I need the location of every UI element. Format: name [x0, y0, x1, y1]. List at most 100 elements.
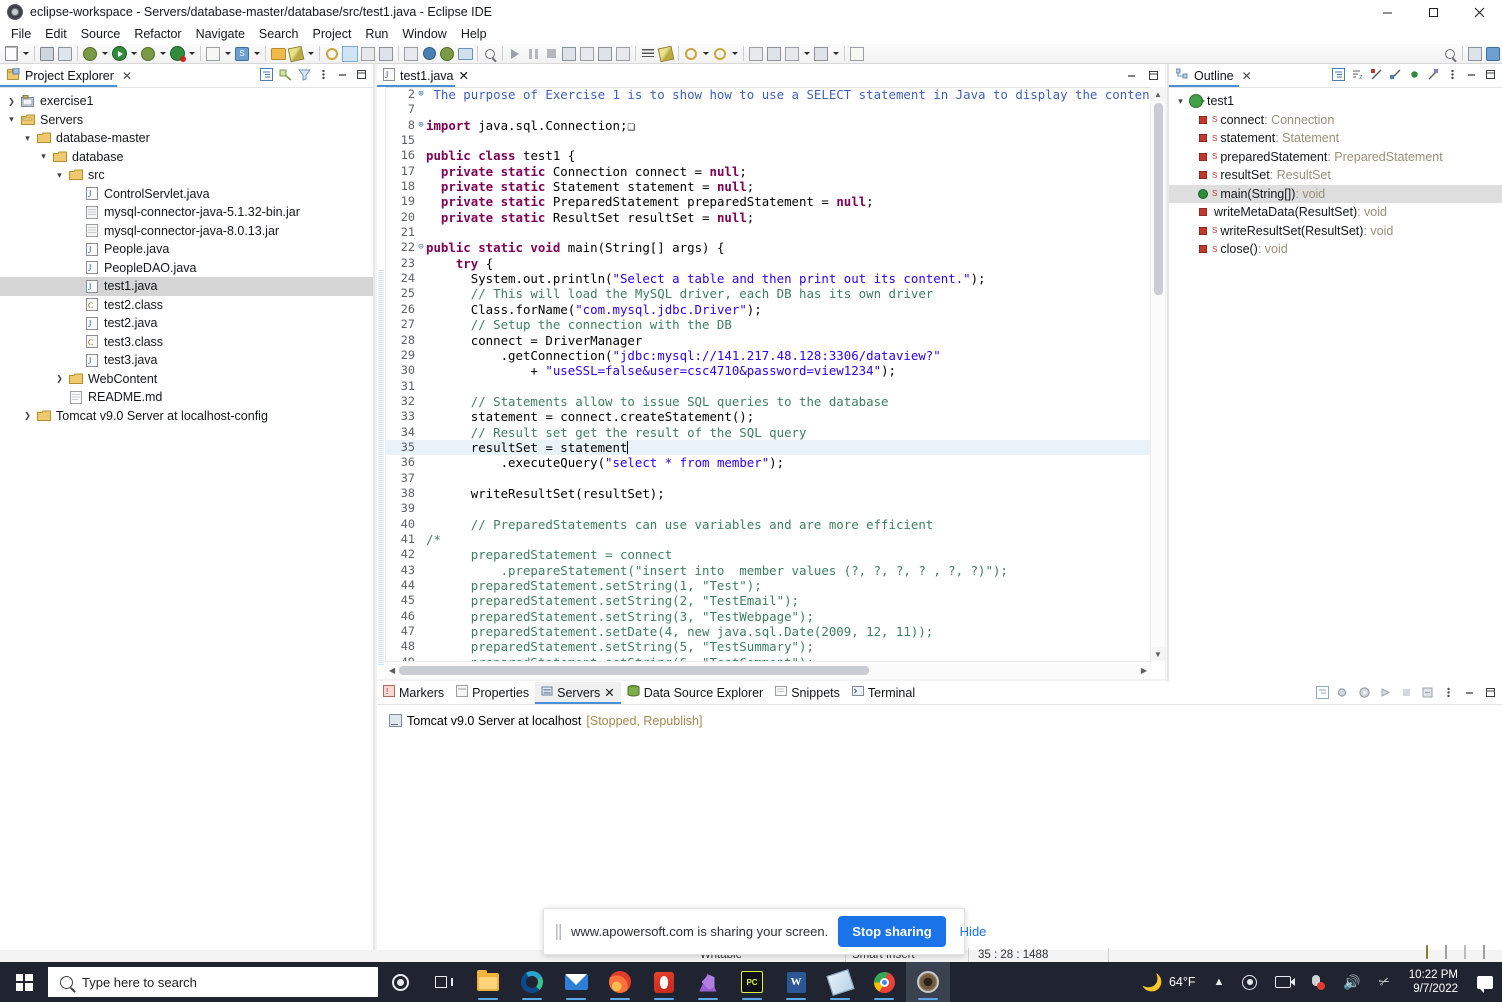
servers-view-menu-icon[interactable] [1440, 684, 1456, 701]
outline-tree[interactable]: test1Sconnect : ConnectionSstatement : S… [1169, 88, 1502, 259]
code-line[interactable]: 15 [385, 133, 1151, 148]
code-line[interactable]: 47 preparedStatement.setDate(4, new java… [385, 624, 1151, 639]
cortana-button[interactable] [378, 962, 422, 1002]
code-line[interactable]: 44 preparedStatement.setString(1, "Test"… [385, 578, 1151, 593]
tree-item-people-java[interactable]: J People.java [0, 240, 373, 259]
hide-fields-icon[interactable] [1368, 66, 1384, 83]
collapse-all-outline-icon[interactable] [1330, 66, 1346, 83]
taskbar-app-pycharm[interactable]: PC [730, 962, 774, 1002]
open-type-button[interactable] [269, 45, 287, 63]
suspend-button[interactable] [524, 45, 542, 63]
run-last-dropdown-arrow[interactable] [186, 45, 197, 63]
tree-twisty-open-icon[interactable] [52, 166, 67, 184]
bottom-tab-snippets[interactable]: Snippets [769, 682, 846, 704]
tree-item-test2-java[interactable]: Jtest2.java [0, 314, 373, 333]
link-with-editor-icon[interactable] [277, 66, 293, 83]
minimize-view-icon[interactable] [334, 66, 350, 83]
code-line[interactable]: 35 resultSet = statement [385, 439, 1151, 456]
sort-icon[interactable]: z [1349, 66, 1365, 83]
heap-indicator[interactable] [1464, 945, 1477, 959]
taskbar-app-visual-studio[interactable] [686, 962, 730, 1002]
step-over-button[interactable] [578, 45, 596, 63]
recorder-tray-button[interactable] [1233, 962, 1266, 1002]
bottom-tab-markers[interactable]: ! Markers [377, 682, 450, 704]
outline-item-resultset[interactable]: SresultSet : ResultSet [1169, 166, 1502, 185]
tree-twisty-closed-icon[interactable] [4, 92, 19, 110]
stop-sharing-button[interactable]: Stop sharing [838, 916, 946, 947]
run-button[interactable] [110, 45, 128, 63]
microphone-tray-button[interactable] [1300, 962, 1334, 1002]
trash-icon[interactable] [1483, 945, 1496, 959]
code-line[interactable]: 25 // This will load the MySQL driver, e… [385, 286, 1151, 301]
format-button[interactable] [639, 45, 657, 63]
start-button[interactable] [0, 962, 48, 1002]
next-annotation-arrow[interactable] [700, 45, 711, 63]
outline-item-preparedstatement[interactable]: SpreparedStatement : PreparedStatement [1169, 148, 1502, 167]
outline-twisty-open-icon[interactable] [1173, 92, 1188, 110]
outline-item-statement[interactable]: Sstatement : Statement [1169, 129, 1502, 148]
tree-item-controlservlet-java[interactable]: J ControlServlet.java [0, 185, 373, 204]
menu-edit[interactable]: Edit [38, 25, 74, 43]
next-annotation-button[interactable] [682, 45, 700, 63]
tree-twisty-open-icon[interactable] [36, 148, 51, 166]
tree-item-database[interactable]: database [0, 148, 373, 167]
tree-item-peopledao-java[interactable]: J PeopleDAO.java [0, 259, 373, 278]
tree-twisty-closed-icon[interactable] [20, 407, 35, 425]
previous-edit-arrow[interactable] [801, 45, 812, 63]
code-line[interactable]: 32 // Statements allow to issue SQL quer… [385, 394, 1151, 409]
tree-item-test2-class[interactable]: Ctest2.class [0, 296, 373, 315]
tree-item-src[interactable]: src [0, 166, 373, 185]
code-line[interactable]: 36 .executeQuery("select * from member")… [385, 455, 1151, 470]
action-center-button[interactable] [1468, 962, 1502, 1002]
hide-local-types-icon[interactable] [1425, 66, 1441, 83]
search-references-arrow[interactable] [305, 45, 316, 63]
minimize-bottom-panel-icon[interactable] [1461, 684, 1477, 701]
tree-twisty-closed-icon[interactable] [52, 370, 67, 388]
forward-button[interactable] [765, 45, 783, 63]
menu-source[interactable]: Source [74, 25, 128, 43]
toggle-mark-occurrences-button[interactable] [341, 45, 359, 63]
outline-item-writemetadata-resultset-[interactable]: writeMetaData(ResultSet) : void [1169, 203, 1502, 222]
external-tools-button[interactable] [420, 45, 438, 63]
code-line[interactable]: 48 preparedStatement.setString(5, "TestS… [385, 639, 1151, 654]
taskbar-clock[interactable]: 10:22 PM 9/7/2022 [1399, 962, 1468, 1002]
tree-item-webcontent[interactable]: WebContent [0, 370, 373, 389]
collapse-all-icon[interactable] [258, 66, 274, 83]
source-code[interactable]: 2 ⊕ The purpose of Exercise 1 is to show … [385, 87, 1151, 661]
outline-item-main-string-[interactable]: Smain(String[]) : void [1169, 184, 1502, 203]
fold-toggle-icon[interactable]: ⊕ [416, 118, 426, 133]
maximize-bottom-panel-icon[interactable] [1482, 684, 1498, 701]
menu-window[interactable]: Window [395, 25, 453, 43]
close-button[interactable] [1456, 0, 1502, 24]
screen-capture-tray-button[interactable] [1266, 962, 1300, 1002]
code-line[interactable]: 7 [385, 102, 1151, 117]
new-class-button[interactable]: S [233, 45, 251, 63]
bottom-tab-data-source-explorer[interactable]: Data Source Explorer [621, 682, 770, 704]
save-all-button[interactable] [56, 45, 74, 63]
maximize-editor-icon[interactable] [1145, 67, 1161, 84]
taskbar-app-microsoft-edge[interactable] [510, 962, 554, 1002]
search-button[interactable] [657, 45, 675, 63]
maximize-button[interactable] [1410, 0, 1456, 24]
menu-search[interactable]: Search [252, 25, 306, 43]
tree-item-tomcat-v9-0-server-at-localhost-config[interactable]: Tomcat v9.0 Server at localhost-config [0, 407, 373, 426]
code-line[interactable]: 40 // PreparedStatements can use variabl… [385, 517, 1151, 532]
task-view-button[interactable] [422, 962, 466, 1002]
menu-project[interactable]: Project [306, 25, 359, 43]
search-references-button[interactable] [287, 45, 305, 63]
tree-item-mysql-connector-java-5-1-32-bin-jar[interactable]: mysql-connector-java-5.1.32-bin.jar [0, 203, 373, 222]
code-line[interactable]: 29 .getConnection("jdbc:mysql://141.217.… [385, 348, 1151, 363]
editor-vertical-scrollbar[interactable]: ▲ ▼ [1150, 87, 1165, 661]
code-line[interactable]: 27 // Setup the connection with the DB [385, 317, 1151, 332]
outline-item-connect[interactable]: Sconnect : Connection [1169, 111, 1502, 130]
lock-icon[interactable] [1426, 945, 1439, 959]
new-dropdown-arrow[interactable] [20, 45, 31, 63]
tab-test1-java[interactable]: J test1.java ✕ [377, 65, 474, 87]
tree-item-servers[interactable]: Servers [0, 111, 373, 130]
stop-server-icon[interactable] [1398, 684, 1414, 701]
minimize-editor-icon[interactable] [1123, 67, 1139, 84]
previous-annotation-button[interactable] [711, 45, 729, 63]
new-button[interactable] [2, 45, 20, 63]
run-server-dropdown-arrow[interactable] [157, 45, 168, 63]
next-edit-button[interactable] [812, 45, 830, 63]
